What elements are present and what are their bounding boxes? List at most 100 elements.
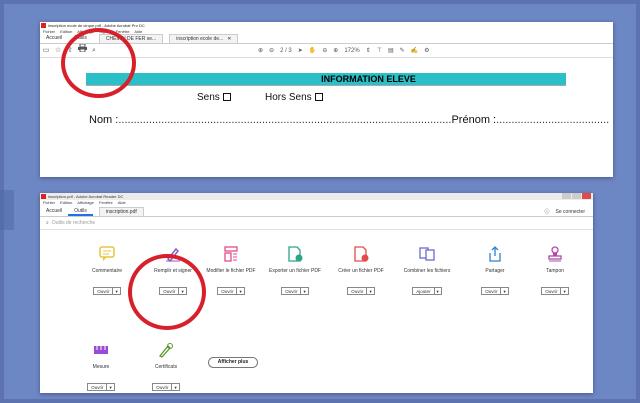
page-indicator[interactable]: 2 / 3 <box>280 48 292 54</box>
tab-bar: Accueil Outils inscription.pdf ⓘ Se conn… <box>40 206 593 217</box>
dropdown-arrow-icon[interactable]: ▾ <box>500 288 507 294</box>
stamp-icon <box>546 245 564 263</box>
dropdown-arrow-icon[interactable]: ▾ <box>560 288 567 294</box>
information-banner: INFORMATION ELEVE <box>86 73 566 86</box>
dropdown-arrow-icon[interactable]: ▾ <box>112 288 119 294</box>
tool-partager[interactable]: Partager Ouvrir ▾ <box>462 245 528 298</box>
highlight-circle-fill-sign <box>128 254 206 330</box>
tab-doc-inscription[interactable]: inscription ecole de... ✕ <box>169 34 239 43</box>
tool-add-button[interactable]: Ajouter ▾ <box>412 287 442 295</box>
page-down-icon[interactable]: ⊖ <box>269 47 274 54</box>
tool-name: Modifier le fichier PDF <box>206 268 256 274</box>
zoom-level[interactable]: 172% <box>344 48 359 54</box>
help-icon[interactable]: ⓘ <box>545 208 550 215</box>
tool-creer-pdf[interactable]: Créer un fichier PDF Ouvrir ▾ <box>328 245 394 298</box>
tool-action-label: Ajouter <box>416 289 431 294</box>
prenom-label: Prénom : <box>451 114 497 126</box>
tab-accueil[interactable]: Accueil <box>40 34 68 43</box>
dropdown-arrow-icon[interactable]: ▾ <box>236 288 243 294</box>
tab-outils[interactable]: Outils <box>68 207 93 216</box>
tool-search-bar[interactable]: ⌕ Outils de recherche <box>40 217 593 230</box>
hors-sens-label: Hors Sens <box>265 92 312 103</box>
tool-open-button[interactable]: Ouvrir ▾ <box>152 383 180 391</box>
decorative-edge <box>0 190 14 230</box>
tool-certificats[interactable]: Certificats Ouvrir ▾ <box>133 341 199 393</box>
acrobat-reader-window: inscription.pdf - Adobe Acrobat Reader D… <box>40 193 593 393</box>
tool-modifier-pdf[interactable]: Modifier le fichier PDF Ouvrir ▾ <box>198 245 264 298</box>
tool-open-button[interactable]: Ouvrir ▾ <box>347 287 375 295</box>
dropdown-arrow-icon[interactable]: ▾ <box>366 288 373 294</box>
tab-doc-inscription[interactable]: inscription.pdf <box>98 207 144 216</box>
tool-action-label: Ouvrir <box>285 289 298 294</box>
fit-page-icon[interactable]: ⇕ <box>366 47 371 54</box>
tool-action-label: Ouvrir <box>221 289 234 294</box>
menu-aide[interactable]: Aide <box>118 200 126 205</box>
show-more-button[interactable]: Afficher plus <box>208 357 258 368</box>
close-tab-icon[interactable]: ✕ <box>227 35 231 43</box>
tool-action-label: Ouvrir <box>97 289 110 294</box>
menu-fenetre[interactable]: Fenêtre <box>99 200 113 205</box>
tool-open-button[interactable]: Ouvrir ▾ <box>217 287 245 295</box>
sens-checkbox[interactable] <box>222 93 231 101</box>
tool-action-label: Ouvrir <box>545 289 558 294</box>
tool-action-label: Ouvrir <box>91 385 104 390</box>
tab-doc-inscription-label: inscription ecole de... <box>176 36 224 42</box>
zoom-in-icon[interactable]: ⊕ <box>333 47 338 54</box>
tool-open-button[interactable]: Ouvrir ▾ <box>481 287 509 295</box>
page-nav-group: ⊕ ⊖ 2 / 3 ➤ ✋ ⊖ ⊕ 172% ⇕ ⊤ ▤ ✎ ✍ ⚙ <box>258 47 430 55</box>
tool-name: Tampon <box>546 268 564 274</box>
close-button[interactable] <box>582 193 591 199</box>
tool-open-button[interactable]: Ouvrir ▾ <box>93 287 121 295</box>
connect-link[interactable]: Se connecter <box>556 209 585 215</box>
tool-open-button[interactable]: Ouvrir ▾ <box>541 287 569 295</box>
dropdown-arrow-icon[interactable]: ▾ <box>106 384 113 390</box>
tool-name: Certificats <box>154 364 178 370</box>
zoom-out-icon[interactable]: ⊖ <box>322 47 327 54</box>
tool-open-button[interactable]: Ouvrir ▾ <box>87 383 115 391</box>
menu-affichage[interactable]: Affichage <box>77 200 94 205</box>
page-up-icon[interactable]: ⊕ <box>258 47 263 54</box>
dropdown-arrow-icon[interactable]: ▾ <box>171 384 178 390</box>
tab-accueil[interactable]: Accueil <box>40 207 68 216</box>
stamp-tool-icon[interactable]: ⚙ <box>424 47 429 54</box>
comment-icon <box>98 245 116 263</box>
acrobat-app-icon <box>41 194 46 199</box>
tool-combiner[interactable]: Combiner les fichiers Ajouter ▾ <box>394 245 460 298</box>
tool-name: Combiner les fichiers <box>403 268 451 274</box>
save-icon[interactable]: ▭ <box>40 44 52 58</box>
scroll-mode-icon[interactable]: ⊤ <box>377 47 382 54</box>
combine-icon <box>418 245 436 263</box>
minimize-button[interactable] <box>562 193 571 199</box>
dropdown-arrow-icon[interactable]: ▾ <box>300 288 307 294</box>
connect-area: ⓘ Se connecter <box>545 208 585 216</box>
comment-tool-icon[interactable]: ▤ <box>388 47 394 54</box>
tool-open-button[interactable]: Ouvrir ▾ <box>281 287 309 295</box>
sens-label: Sens <box>197 92 220 103</box>
window-titlebar: inscription ecole de cirque.pdf - Adobe … <box>40 22 613 29</box>
tool-mesure[interactable]: Mesure Ouvrir ▾ <box>68 341 134 393</box>
window-title: inscription.pdf - Adobe Acrobat Reader D… <box>48 194 124 199</box>
certificate-icon <box>157 341 175 359</box>
tool-action-label: Ouvrir <box>485 289 498 294</box>
select-cursor-icon[interactable]: ➤ <box>298 47 303 54</box>
highlight-circle-toolbar <box>61 28 136 98</box>
search-placeholder: Outils de recherche <box>51 220 96 226</box>
maximize-button[interactable] <box>572 193 581 199</box>
pen-tool-icon[interactable]: ✎ <box>400 47 405 54</box>
hors-sens-field: Hors Sens <box>265 92 323 103</box>
menu-edition[interactable]: Edition <box>60 200 72 205</box>
hand-tool-icon[interactable]: ✋ <box>309 47 316 54</box>
measure-icon <box>92 341 110 359</box>
menu-fichier[interactable]: Fichier <box>43 200 55 205</box>
sign-tool-icon[interactable]: ✍ <box>411 47 418 54</box>
tool-tampon[interactable]: Tampon Ouvrir ▾ <box>522 245 588 298</box>
dropdown-arrow-icon[interactable]: ▾ <box>433 288 441 294</box>
hors-sens-checkbox[interactable] <box>314 93 323 101</box>
tool-exporter-pdf[interactable]: Exporter un fichier PDF Ouvrir ▾ <box>262 245 328 298</box>
tool-name: Mesure <box>92 364 110 370</box>
nom-field[interactable]: ........................................… <box>118 114 451 126</box>
nom-label: Nom : <box>89 114 119 126</box>
window-titlebar: inscription.pdf - Adobe Acrobat Reader D… <box>40 193 593 200</box>
tool-name: Créer un fichier PDF <box>338 268 384 274</box>
prenom-field[interactable]: ........................................… <box>496 114 609 126</box>
